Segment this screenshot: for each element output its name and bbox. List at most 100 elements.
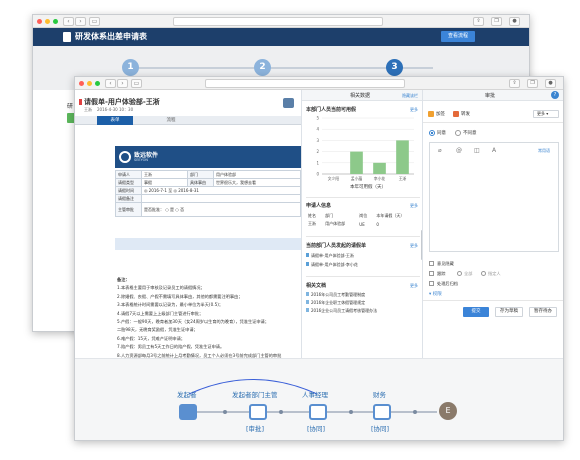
flow-dot — [223, 410, 227, 414]
table-row[interactable]: 王淅 用户体验部 UE 0 — [306, 220, 420, 228]
download-icon[interactable]: ● — [545, 79, 556, 88]
notify-button[interactable]: 转发 — [461, 111, 470, 117]
cell: 王淅 — [308, 221, 316, 226]
form-value[interactable]: 事假 — [141, 178, 188, 187]
zoom-dot[interactable] — [95, 81, 100, 86]
note-line: 3.本表格统计时间需要以记录为，最小单位为半天(0.5)； — [117, 302, 224, 308]
flow-node-manager-label: 发起者部门主管 — [232, 391, 278, 399]
pause-button[interactable]: 暂存待办 — [529, 307, 557, 317]
cell: 用户体验部 — [325, 221, 346, 226]
permission-toggle[interactable]: ▾ 权限 — [429, 291, 442, 297]
pending-more-link[interactable]: 更多 — [410, 243, 418, 249]
back-nav-icon[interactable]: ‹ — [63, 17, 74, 26]
tabs-icon[interactable]: ❐ — [527, 79, 538, 88]
hr-icon[interactable] — [309, 404, 327, 420]
address-bar[interactable] — [173, 17, 383, 26]
close-dot[interactable] — [79, 81, 84, 86]
finance-icon[interactable] — [373, 404, 391, 420]
font-icon[interactable]: A — [492, 147, 496, 154]
flow-node-manager-tag: [审批] — [246, 425, 265, 433]
form-value[interactable]: 世界很乐大，我想去看 — [213, 178, 301, 187]
track-all-radio[interactable] — [457, 271, 462, 276]
zoom-dot[interactable] — [53, 19, 58, 24]
form-header-band: 致远软件 SEEYON — [115, 146, 301, 168]
layers-icon[interactable] — [283, 98, 294, 108]
leave-bar-chart: 5 4 3 2 1 0 文少阳 孟小蕴 李小花 王淅本年可用假（天） — [316, 116, 414, 190]
pending-list: 请假单-用户体验部-王淅 请假单-用户体验部-李小花 — [306, 251, 358, 269]
notify-icon[interactable] — [453, 111, 459, 117]
sidebar-toggle-icon[interactable]: ▭ — [131, 79, 142, 88]
tab-flow[interactable]: 流程 — [153, 116, 189, 125]
track-checkbox[interactable] — [429, 271, 434, 276]
track-specified-radio[interactable] — [481, 271, 486, 276]
note-line: 备注： — [117, 277, 130, 282]
back-nav-icon[interactable]: ‹ — [105, 79, 116, 88]
more-dropdown[interactable]: 更多 ▾ — [533, 110, 559, 118]
form-value[interactable]: 是否批准： ○ 是 ○ 否 — [141, 202, 301, 217]
docs-list: 2016年公司员工考勤管理制度 2016年企业职工休假管理规定 2016企业公司… — [306, 291, 377, 315]
opinion-box[interactable]: ⌀ @ ◫ A 常用语 — [429, 142, 559, 252]
close-dot[interactable] — [37, 19, 42, 24]
save-draft-button[interactable]: 存为草稿 — [495, 307, 523, 317]
archive-checkbox[interactable] — [429, 281, 434, 286]
minimize-dot[interactable] — [45, 19, 50, 24]
forward-nav-icon[interactable]: › — [117, 79, 128, 88]
submit-button[interactable]: 提交 — [463, 307, 489, 317]
add-sign-icon[interactable] — [428, 111, 434, 117]
divider — [423, 300, 563, 301]
add-sign-button[interactable]: 加签 — [436, 111, 445, 117]
approval-panel: 审批 ? 加签 转发 更多 ▾ 同意 不同意 ⌀ @ ◫ A 常用语 意见隐藏 … — [423, 90, 563, 358]
x-tick-label: 王淅 — [399, 176, 407, 181]
applicant-more-link[interactable]: 更多 — [410, 203, 418, 209]
share-icon[interactable]: ⇪ — [473, 17, 484, 26]
list-item[interactable]: 2016年企业职工休假管理规定 — [306, 299, 377, 307]
agree-label: 同意 — [437, 131, 446, 136]
disagree-radio[interactable] — [455, 130, 461, 136]
flow-node-finance-tag: [协同] — [371, 425, 390, 433]
sidebar-toggle-icon[interactable]: ▭ — [89, 17, 100, 26]
table-row: 请假备注 — [115, 194, 301, 203]
form-value[interactable]: ◎ 2016-7-1 至 ◎ 2016-8-31 — [141, 186, 301, 195]
tabs-icon[interactable]: ❐ — [491, 17, 502, 26]
view-flow-button[interactable]: 查看流程 — [441, 31, 475, 42]
list-item[interactable]: 请假单-用户体验部-李小花 — [306, 260, 358, 269]
docs-more-link[interactable]: 更多 — [410, 283, 418, 289]
download-icon[interactable]: ● — [509, 17, 520, 26]
form-value[interactable]: 王淅 — [141, 170, 188, 179]
agree-radio[interactable] — [429, 130, 435, 136]
bar — [373, 162, 386, 174]
step-1[interactable]: 1 — [122, 59, 139, 76]
list-item[interactable]: 2016企业公司员工请假考核管理办法 — [306, 307, 377, 315]
cell: UE — [359, 221, 365, 227]
step-2[interactable]: 2 — [254, 59, 271, 76]
manager-icon[interactable] — [249, 404, 267, 420]
flow-end-node[interactable]: E — [439, 402, 457, 420]
common-words-link[interactable]: 常用语 — [538, 148, 550, 154]
tab-form[interactable]: 表单 — [97, 116, 133, 125]
initiator-icon[interactable] — [179, 404, 197, 420]
doc-link-icon[interactable]: ◫ — [474, 147, 480, 154]
help-icon[interactable]: ? — [551, 91, 559, 99]
hide-panel-link[interactable]: 隐藏该栏 — [402, 93, 418, 99]
hide-opinion-checkbox[interactable] — [429, 261, 434, 266]
related-header: 相关数据 隐藏该栏 — [302, 90, 422, 101]
share-icon[interactable]: ⇪ — [509, 79, 520, 88]
chart-more-link[interactable]: 更多 — [410, 107, 418, 113]
form-label: 请假时间 — [115, 186, 142, 195]
at-icon[interactable]: @ — [456, 147, 462, 154]
x-tick-label: 孟小蕴 — [351, 176, 363, 181]
attachment-icon[interactable]: ⌀ — [438, 147, 442, 154]
form-value[interactable] — [141, 194, 301, 203]
front-browser-chrome: ‹ › ▭ ⇪ ❐ ● — [75, 77, 563, 90]
step-3[interactable]: 3 — [386, 59, 403, 76]
form-value[interactable]: 用户体验部 — [213, 170, 301, 179]
list-item[interactable]: 2016年公司员工考勤管理制度 — [306, 291, 377, 299]
address-bar[interactable] — [205, 79, 405, 88]
doc-tabbar: 表单 流程 — [75, 116, 301, 125]
note-line: 二胎98天，无晚育奖励假，凭准生证申请； — [117, 327, 198, 333]
forward-nav-icon[interactable]: › — [75, 17, 86, 26]
list-item[interactable]: 请假单-用户体验部-王淅 — [306, 251, 358, 260]
minimize-dot[interactable] — [87, 81, 92, 86]
form-label: 部门 — [187, 170, 214, 179]
flow-dot — [413, 410, 417, 414]
